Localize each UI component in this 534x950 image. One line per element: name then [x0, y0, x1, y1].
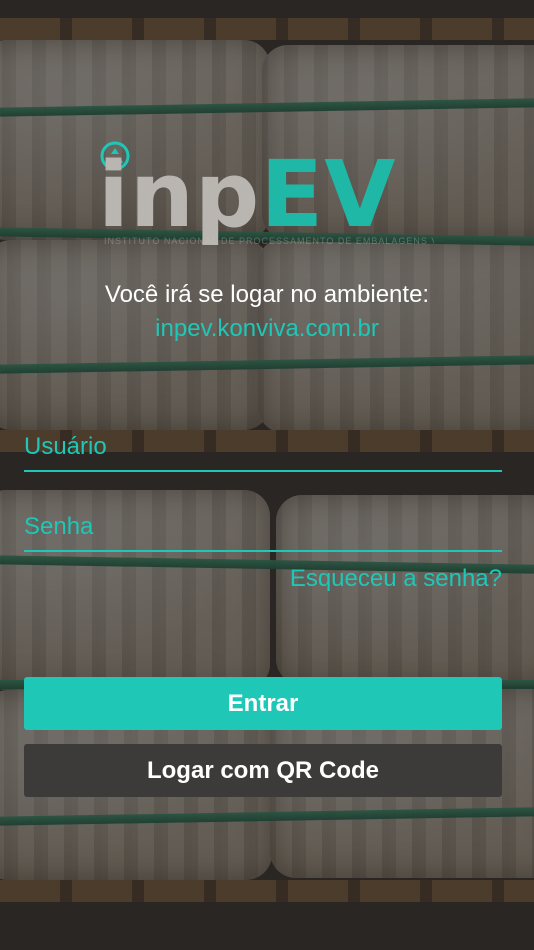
- intro-text: Você irá se logar no ambiente:: [104, 281, 430, 308]
- username-field: [24, 424, 502, 472]
- logo-text-color: EV: [260, 141, 397, 248]
- login-screen: inpEV INSTITUTO NACIONAL DE PROCESSAMENT…: [0, 0, 534, 950]
- password-input[interactable]: [24, 504, 502, 550]
- environment-url: inpev.konviva.com.br: [155, 315, 379, 342]
- logo-tagline: INSTITUTO NACIONAL DE PROCESSAMENTO DE E…: [104, 236, 434, 246]
- login-button[interactable]: Entrar: [24, 677, 502, 730]
- username-input[interactable]: [24, 424, 502, 470]
- forgot-password-link[interactable]: Esqueceu a senha?: [290, 564, 502, 594]
- qr-login-button[interactable]: Logar com QR Code: [24, 744, 502, 797]
- password-field: [24, 504, 502, 552]
- brand-logo: inpEV: [98, 149, 396, 241]
- logo-text-gray: inp: [98, 143, 261, 248]
